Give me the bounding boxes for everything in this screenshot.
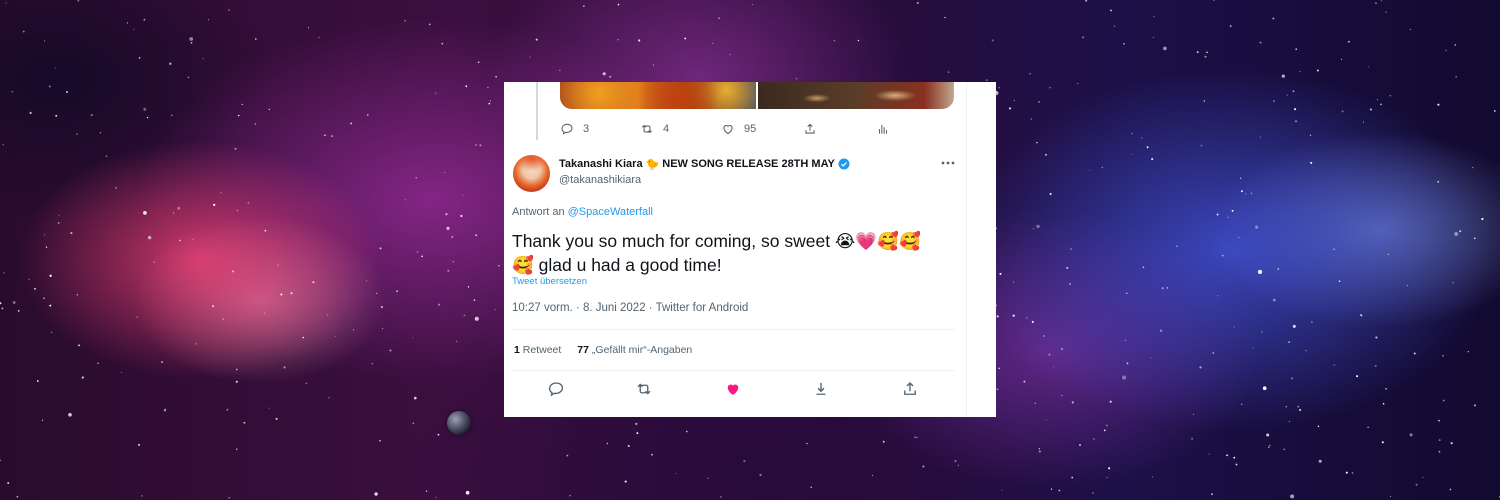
share-icon — [904, 382, 916, 395]
analytics-action[interactable] — [876, 122, 890, 136]
chick-emoji: 🐤 — [645, 158, 660, 171]
reply-button[interactable] — [547, 380, 565, 398]
reply-to-prefix: Antwort an — [512, 206, 568, 218]
quoted-media[interactable] — [560, 82, 954, 109]
media-image-left[interactable] — [560, 82, 756, 109]
retweet-stat-label: Retweet — [522, 344, 562, 356]
tweet-header: Takanashi Kiara 🐤 NEW SONG RELEASE 28TH … — [559, 157, 959, 187]
media-image-right[interactable] — [758, 82, 954, 109]
reply-count: 3 — [583, 123, 590, 135]
like-stat[interactable]: 77 „Gefällt mir“-Angaben — [577, 344, 692, 356]
retweet-stat-count: 1 — [514, 344, 520, 356]
more-options-icon[interactable] — [940, 158, 956, 168]
share-button[interactable] — [901, 380, 919, 398]
retweet-stat[interactable]: 1 Retweet — [514, 344, 561, 356]
retweet-action[interactable]: 4 — [640, 122, 669, 136]
tweet-card: 3 4 95 Takanashi Kiara 🐤 NEW SONG RELEAS… — [504, 82, 996, 417]
share-action[interactable] — [803, 122, 817, 136]
avatar[interactable] — [513, 155, 550, 192]
reply-icon — [561, 123, 573, 135]
tweet-meta[interactable]: 10:27 vorm. · 8. Juni 2022 · Twitter for… — [512, 302, 748, 314]
display-name[interactable]: Takanashi Kiara — [559, 158, 643, 170]
tweet-stats: 1 Retweet 77 „Gefällt mir“-Angaben — [514, 344, 692, 356]
heart-outline-icon — [723, 125, 733, 135]
heart-filled-icon — [727, 384, 739, 395]
like-stat-count: 77 — [577, 344, 589, 356]
retweet-icon — [641, 124, 653, 134]
name-suffix[interactable]: NEW SONG RELEASE 28TH MAY — [662, 158, 835, 170]
quoted-tweet-actions: 3 4 95 — [560, 120, 900, 138]
author-name-row[interactable]: Takanashi Kiara 🐤 NEW SONG RELEASE 28TH … — [559, 157, 959, 171]
author-handle[interactable]: @takanashikiara — [559, 174, 959, 186]
divider-top — [512, 329, 955, 330]
like-stat-label: „Gefällt mir“-Angaben — [591, 344, 693, 356]
tweet-text: Thank you so much for coming, so sweet 😭… — [512, 229, 957, 277]
like-button[interactable] — [724, 380, 742, 398]
tweet-text-line-1: Thank you so much for coming, so sweet 😭… — [512, 231, 921, 251]
column-divider — [966, 82, 967, 417]
verified-badge-icon — [838, 158, 850, 170]
reply-action[interactable]: 3 — [560, 122, 589, 136]
retweet-button[interactable] — [635, 380, 653, 398]
translate-tweet-link[interactable]: Tweet übersetzen — [512, 276, 587, 287]
reply-to-user-link[interactable]: @SpaceWaterfall — [568, 206, 653, 218]
retweet-count: 4 — [663, 123, 670, 135]
reply-to-line: Antwort an @SpaceWaterfall — [512, 206, 653, 218]
tweet-text-line-2: 🥰 glad u had a good time! — [512, 255, 722, 275]
planet — [447, 411, 471, 435]
retweet-icon — [637, 383, 651, 395]
share-icon — [805, 123, 815, 134]
reply-icon — [548, 382, 564, 397]
tweet-actions — [504, 378, 966, 400]
bookmark-button[interactable] — [812, 380, 830, 398]
thread-line — [536, 82, 538, 140]
download-icon — [816, 383, 826, 395]
analytics-icon — [878, 124, 888, 134]
divider-bottom — [512, 370, 955, 371]
like-action[interactable]: 95 — [721, 122, 756, 136]
like-count: 95 — [744, 123, 757, 135]
